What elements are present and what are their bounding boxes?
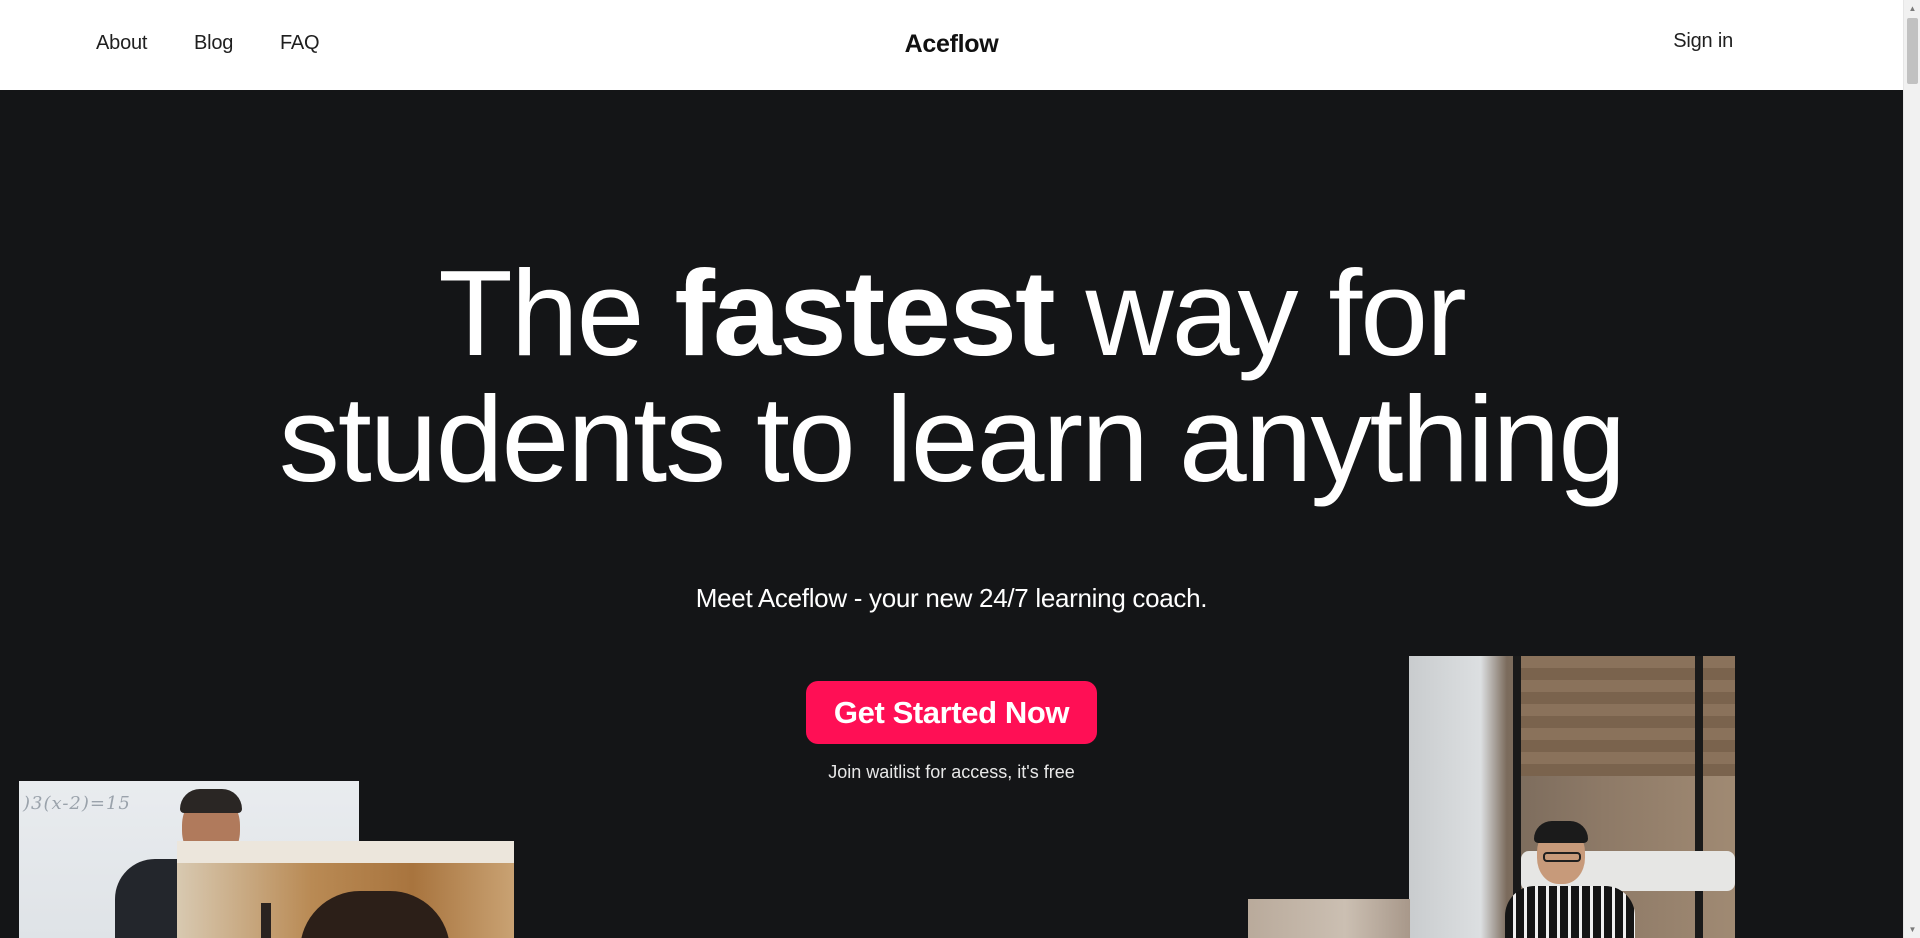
nav-link-blog[interactable]: Blog — [194, 32, 233, 55]
scrollbar-thumb[interactable] — [1907, 18, 1918, 84]
hero-subtitle: Meet Aceflow - your new 24/7 learning co… — [695, 583, 1208, 613]
top-navigation-bar: About Blog FAQ Aceflow Sign in — [0, 0, 1903, 90]
photo-person-hair — [1534, 821, 1588, 843]
photo-person-hair — [300, 891, 450, 938]
photo-glasses — [1543, 852, 1581, 862]
nav-link-faq[interactable]: FAQ — [280, 32, 320, 55]
hero-headline-line2: students to learn anything — [278, 371, 1626, 507]
photo-student-woman — [177, 841, 514, 938]
whiteboard-writing: )3(x-2)=15 — [23, 793, 131, 814]
hero-headline-emphasis: fastest — [674, 245, 1055, 381]
photo-dark-panel — [261, 903, 271, 938]
nav-link-about[interactable]: About — [96, 32, 147, 55]
scroll-down-arrow-icon[interactable]: ▼ — [1904, 921, 1920, 938]
photo-bunk-post — [1695, 656, 1703, 938]
sign-in-link[interactable]: Sign in — [1673, 30, 1733, 53]
brand-logo-text[interactable]: Aceflow — [905, 30, 999, 58]
get-started-button[interactable]: Get Started Now — [806, 681, 1097, 744]
hero-headline-part: way for — [1053, 245, 1467, 381]
hero-headline: The fastest way for students to learn an… — [0, 250, 1903, 502]
photo-person-hair — [180, 789, 242, 813]
vertical-scrollbar[interactable]: ▲ ▼ — [1903, 0, 1920, 938]
hero-headline-part: The — [438, 245, 675, 381]
landing-page: About Blog FAQ Aceflow Sign in The faste… — [0, 0, 1920, 938]
photo-student-studying — [1409, 656, 1735, 938]
photo-small-room — [1248, 899, 1410, 938]
photo-striped-shirt — [1505, 886, 1635, 938]
scroll-up-arrow-icon[interactable]: ▲ — [1904, 0, 1920, 17]
photo-frame-strip — [177, 841, 514, 863]
